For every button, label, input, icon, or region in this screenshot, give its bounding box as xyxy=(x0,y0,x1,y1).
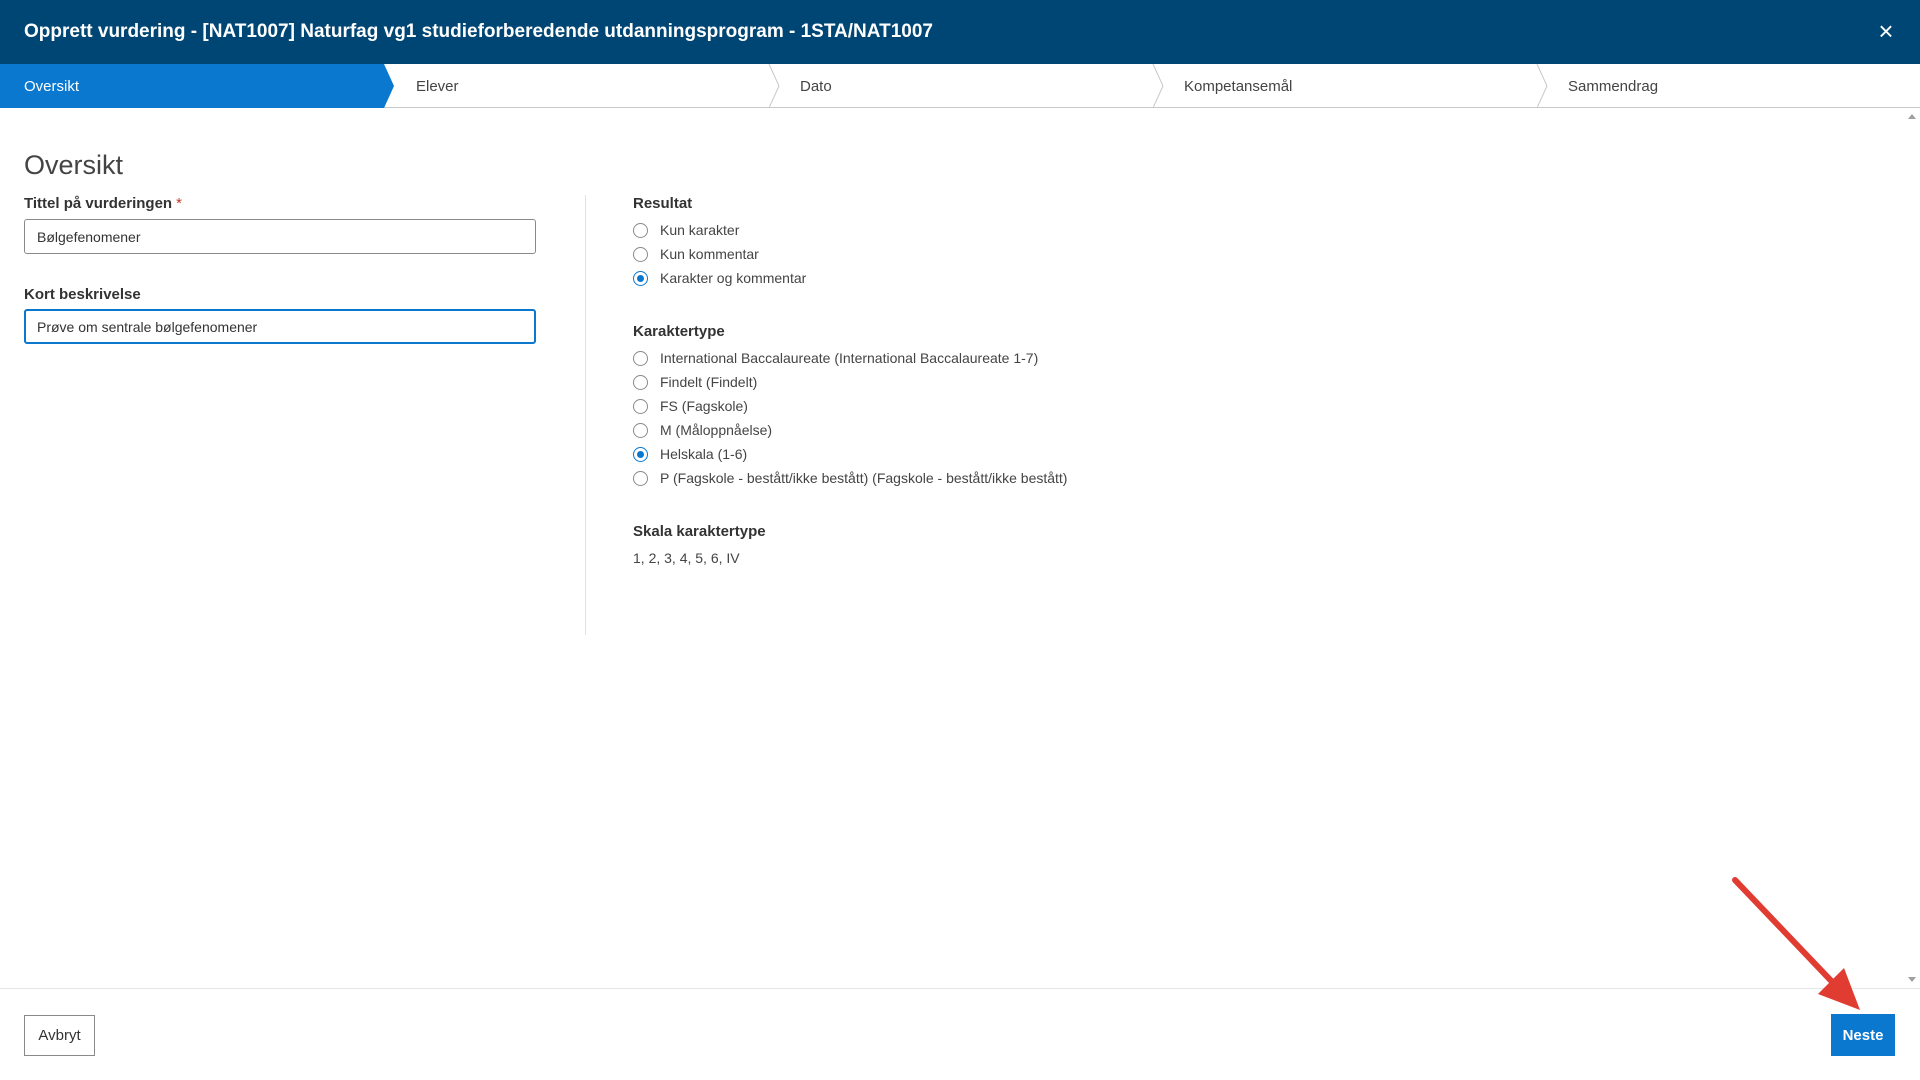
title-field-label-text: Tittel på vurderingen xyxy=(24,195,173,212)
radio-helskala[interactable]: Helskala (1-6) xyxy=(633,444,747,464)
skala-value: 1, 2, 3, 4, 5, 6, IV xyxy=(633,550,740,566)
column-divider xyxy=(585,195,586,635)
next-button[interactable]: Neste xyxy=(1831,1014,1895,1056)
radio-label: Findelt (Findelt) xyxy=(660,374,758,390)
required-mark: * xyxy=(176,195,182,212)
dialog-header: Opprett vurdering - [NAT1007] Naturfag v… xyxy=(0,0,1920,64)
skala-label: Skala karaktertype xyxy=(633,523,766,540)
radio-icon[interactable] xyxy=(633,222,648,238)
radio-karakter-og-kommentar[interactable]: Karakter og kommentar xyxy=(633,268,806,288)
radio-label: Kun kommentar xyxy=(660,246,759,262)
radio-icon[interactable] xyxy=(633,398,648,414)
radio-icon[interactable] xyxy=(633,350,648,366)
scroll-down-icon[interactable] xyxy=(1908,977,1916,982)
description-input[interactable] xyxy=(24,309,536,344)
cancel-button[interactable]: Avbryt xyxy=(24,1015,95,1056)
radio-icon[interactable] xyxy=(633,422,648,438)
close-icon[interactable]: × xyxy=(1872,18,1900,46)
step-label: Kompetansemål xyxy=(1184,77,1293,95)
annotation-arrow-icon xyxy=(1732,877,1860,1010)
radio-international-baccalaureate[interactable]: International Baccalaureate (Internation… xyxy=(633,348,1038,368)
radio-kun-kommentar[interactable]: Kun kommentar xyxy=(633,244,759,264)
radio-label: International Baccalaureate (Internation… xyxy=(660,350,1039,366)
radio-fagskole-bestatt[interactable]: P (Fagskole - bestått/ikke bestått) (Fag… xyxy=(633,468,1067,488)
wizard-steps: Oversikt Elever Dato Kompetansemål Samme… xyxy=(0,64,1920,108)
radio-maloppnaelse[interactable]: M (Måloppnåelse) xyxy=(633,420,772,440)
radio-label: Helskala (1-6) xyxy=(660,446,748,462)
title-field-label: Tittel på vurderingen * xyxy=(24,195,182,212)
radio-icon[interactable] xyxy=(633,470,648,486)
radio-icon[interactable] xyxy=(633,246,648,262)
radio-kun-karakter[interactable]: Kun karakter xyxy=(633,220,739,240)
karaktertype-label: Karaktertype xyxy=(633,323,725,340)
radio-label: M (Måloppnåelse) xyxy=(660,422,773,438)
scrollbar[interactable] xyxy=(1906,110,1918,986)
radio-findelt[interactable]: Findelt (Findelt) xyxy=(633,372,757,392)
step-label: Oversikt xyxy=(24,77,80,95)
footer-divider xyxy=(0,988,1920,989)
step-label: Sammendrag xyxy=(1568,77,1659,95)
radio-label: P (Fagskole - bestått/ikke bestått) (Fag… xyxy=(660,470,1068,486)
description-field-label: Kort beskrivelse xyxy=(24,286,141,303)
radio-icon[interactable] xyxy=(633,374,648,390)
radio-checked-icon[interactable] xyxy=(633,446,648,462)
page-title: Oversikt xyxy=(24,150,124,180)
step-sammendrag[interactable]: Sammendrag xyxy=(1544,64,1918,108)
dialog-title: Opprett vurdering - [NAT1007] Naturfag v… xyxy=(24,21,933,42)
step-label: Elever xyxy=(416,77,459,95)
radio-label: Karakter og kommentar xyxy=(660,270,807,286)
step-dato[interactable]: Dato xyxy=(776,64,1156,108)
radio-label: Kun karakter xyxy=(660,222,740,238)
scroll-up-icon[interactable] xyxy=(1908,114,1916,119)
radio-fagskole[interactable]: FS (Fagskole) xyxy=(633,396,748,416)
resultat-label: Resultat xyxy=(633,195,693,212)
step-elever[interactable]: Elever xyxy=(392,64,772,108)
radio-label: FS (Fagskole) xyxy=(660,398,748,414)
step-kompetansemal[interactable]: Kompetansemål xyxy=(1160,64,1540,108)
title-input[interactable] xyxy=(24,219,536,254)
radio-checked-icon[interactable] xyxy=(633,270,648,286)
step-oversikt[interactable]: Oversikt xyxy=(0,64,384,108)
step-label: Dato xyxy=(800,77,832,95)
